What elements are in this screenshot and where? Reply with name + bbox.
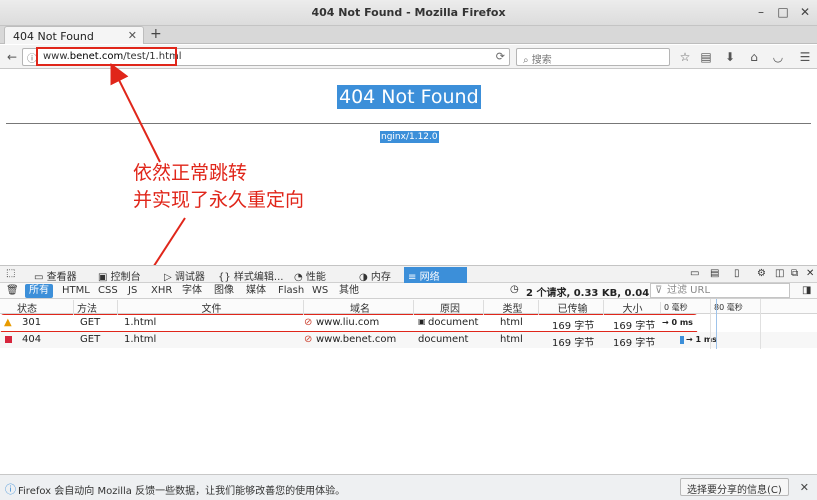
filter-all[interactable]: 所有 xyxy=(25,284,53,298)
filter-images[interactable]: 图像 xyxy=(210,284,238,298)
cell-file: 1.html xyxy=(124,317,157,328)
notification-bar: ⓘ Firefox 会自动向 Mozilla 反馈一些数据，让我们能够改善您的使… xyxy=(0,474,817,500)
cell-type: html xyxy=(500,317,523,328)
annotation-arrow-up xyxy=(110,63,161,163)
settings-icon[interactable]: ⚙ xyxy=(753,267,770,283)
inspector-icon: ▭ xyxy=(34,272,44,283)
cell-type: html xyxy=(500,334,523,345)
console-icon: ▣ xyxy=(98,272,108,283)
cell-domain: www.benet.com xyxy=(316,334,397,345)
filter-xhr[interactable]: XHR xyxy=(147,284,176,298)
filter-css[interactable]: CSS xyxy=(94,284,122,298)
cell-cause: document xyxy=(428,317,479,328)
dock-icon[interactable]: ▭ xyxy=(686,267,703,283)
toggle-sidebar-icon[interactable]: ◨ xyxy=(798,284,815,298)
cell-size: 169 字节 xyxy=(613,338,656,349)
table-row[interactable]: 404 GET 1.html ⊘ www.benet.com document … xyxy=(0,332,817,349)
style-editor-icon: {} xyxy=(218,272,231,283)
request-summary: 2 个请求, 0.33 KB, 0.04 秒 xyxy=(526,288,663,299)
col-timeline-80[interactable]: 80 毫秒 xyxy=(710,302,743,313)
filter-flash[interactable]: Flash xyxy=(274,284,308,298)
insecure-icon: ⊘ xyxy=(304,317,313,328)
notification-message: Firefox 会自动向 Mozilla 反馈一些数据，让我们能够改善您的使用体… xyxy=(18,486,346,497)
table-row[interactable]: ▲ 301 GET 1.html ⊘ www.liu.com ▣ documen… xyxy=(0,315,817,332)
cell-cause: document xyxy=(418,334,469,345)
timing-bar xyxy=(680,336,684,344)
col-domain[interactable]: 域名 xyxy=(303,300,413,315)
cell-file: 1.html xyxy=(124,334,157,345)
tab-debugger[interactable]: ▷ 调试器 xyxy=(160,267,209,283)
close-notification-icon[interactable]: ✕ xyxy=(800,481,809,494)
tab-memory[interactable]: ◑ 内存 xyxy=(355,267,395,283)
tab-inspector[interactable]: ▭ 查看器 xyxy=(30,267,81,283)
col-type[interactable]: 类型 xyxy=(483,300,538,315)
choose-data-button[interactable]: 选择要分享的信息(C) xyxy=(680,478,789,496)
network-empty-area xyxy=(0,349,817,473)
performance-analysis-icon[interactable]: ◷ xyxy=(510,284,519,295)
close-devtools-icon[interactable]: ✕ xyxy=(802,267,817,283)
filter-html[interactable]: HTML xyxy=(58,284,94,298)
url-highlight-box xyxy=(36,47,177,66)
trash-icon[interactable]: 🗑 xyxy=(2,284,23,298)
tab-console[interactable]: ▣ 控制台 xyxy=(94,267,145,283)
timeline-gridline xyxy=(710,299,711,349)
debugger-icon: ▷ xyxy=(164,272,172,283)
network-filter-bar: 🗑 所有 HTML CSS JS XHR 字体 图像 媒体 Flash WS 其… xyxy=(0,283,817,299)
filter-ws[interactable]: WS xyxy=(308,284,332,298)
error-status-icon xyxy=(5,336,12,343)
cell-method: GET xyxy=(80,334,101,345)
col-cause[interactable]: 原因 xyxy=(413,300,483,315)
cell-status: 301 xyxy=(22,317,42,328)
js-badge-icon: ▣ xyxy=(418,317,426,326)
tab-network[interactable]: ≡ 网络 xyxy=(404,267,467,283)
cell-timing: → 0 ms xyxy=(662,318,693,327)
cell-transferred: 169 字节 xyxy=(552,321,595,332)
tab-performance[interactable]: ◔ 性能 xyxy=(290,267,330,283)
filter-js[interactable]: JS xyxy=(124,284,141,298)
filter-fonts[interactable]: 字体 xyxy=(178,284,206,298)
devtools-toolbar: ⬚ ▭ 查看器 ▣ 控制台 ▷ 调试器 {} 样式编辑... ◔ 性能 ◑ 内存… xyxy=(0,265,817,283)
undock-icon[interactable]: ⧉ xyxy=(787,267,802,283)
cell-transferred: 169 字节 xyxy=(552,338,595,349)
responsive-icon[interactable]: ▯ xyxy=(730,267,744,283)
split-console-icon[interactable]: ▤ xyxy=(706,267,723,283)
filter-media[interactable]: 媒体 xyxy=(242,284,270,298)
timeline-gridline xyxy=(760,299,761,349)
cell-size: 169 字节 xyxy=(613,321,656,332)
col-status[interactable]: 状态 xyxy=(17,300,37,315)
col-method[interactable]: 方法 xyxy=(73,300,97,315)
filter-other[interactable]: 其他 xyxy=(335,284,363,298)
warning-icon: ▲ xyxy=(4,317,12,328)
info-icon: ⓘ xyxy=(5,483,16,496)
cell-status: 404 xyxy=(22,334,42,345)
cell-timing: → 1 ms xyxy=(686,335,717,344)
cell-method: GET xyxy=(80,317,101,328)
element-picker-icon[interactable]: ⬚ xyxy=(2,267,19,283)
filter-icon: ⊽ xyxy=(655,285,663,296)
tab-style-editor[interactable]: {} 样式编辑... xyxy=(214,267,287,283)
network-table-header: 状态 方法 文件 域名 原因 类型 已传输 大小 0 毫秒 80 毫秒 xyxy=(0,299,817,315)
col-file[interactable]: 文件 xyxy=(117,300,302,315)
dock-side-icon[interactable]: ◫ xyxy=(771,267,788,283)
filter-url-input[interactable]: ⊽ 过滤 URL xyxy=(650,283,790,298)
timeline-marker xyxy=(716,299,717,349)
memory-icon: ◑ xyxy=(359,272,368,283)
col-transferred[interactable]: 已传输 xyxy=(538,300,603,315)
performance-icon: ◔ xyxy=(294,272,303,283)
insecure-icon: ⊘ xyxy=(304,334,313,345)
cell-domain: www.liu.com xyxy=(316,317,380,328)
col-size[interactable]: 大小 xyxy=(603,300,658,315)
col-timeline-0[interactable]: 0 毫秒 xyxy=(660,302,688,313)
network-icon: ≡ xyxy=(408,272,417,283)
